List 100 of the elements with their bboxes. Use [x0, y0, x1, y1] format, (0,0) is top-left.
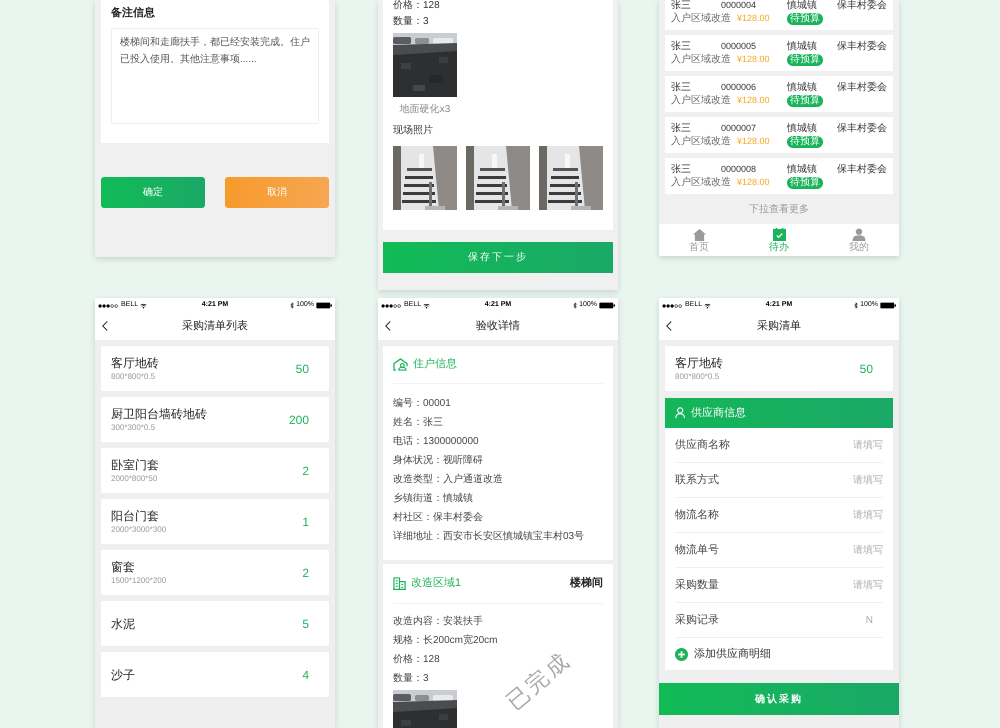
signal-icon: [98, 304, 119, 308]
spec-text: 2000*800*50: [111, 472, 158, 484]
field-text: 规格：长200cm宽20cm: [393, 635, 498, 646]
list-card[interactable]: 张三 0000008 慎城镇 保丰村委会 入户区域改造 ¥128.00 待预算: [665, 158, 893, 194]
town-text: 慎城镇: [787, 81, 818, 94]
price-text: ¥128.00: [737, 176, 771, 189]
signal-icon: [662, 304, 683, 308]
item-name: 沙子: [111, 666, 135, 682]
type-text: 入户区域改造: [671, 12, 732, 25]
status-badge: 待预算: [787, 176, 823, 188]
item-name: 客厅地砖: [111, 354, 159, 370]
name-text: 张三: [671, 81, 692, 94]
bluetooth-icon: [290, 302, 294, 309]
input-field[interactable]: 请填写: [823, 578, 883, 592]
quantity-text: 200: [288, 412, 309, 428]
list-item[interactable]: 窗套 1500*1200*200 2: [101, 550, 329, 595]
spec-text: 800*800*0.5: [111, 370, 156, 382]
list-item[interactable]: 客厅地砖 800*800*0.5 50: [101, 346, 329, 391]
list-item[interactable]: 水泥 5: [101, 601, 329, 646]
wifi-icon: [423, 302, 430, 308]
list-card[interactable]: 张三 0000007 慎城镇 保丰村委会 入户区域改造 ¥128.00 待预算: [665, 117, 893, 153]
input-field[interactable]: 请填写: [823, 542, 883, 558]
item-name: 阳台门套: [111, 508, 159, 524]
back-icon[interactable]: [385, 320, 391, 332]
village-text: 保丰村委会: [837, 163, 887, 176]
list-card[interactable]: 张三 0000005 慎城镇 保丰村委会 入户区域改造 ¥128.00 待预算: [665, 35, 893, 71]
list-item[interactable]: 厨卫阳台墙砖地砖 300*300*0.5 200: [101, 397, 329, 442]
screen-title: 采购清单: [757, 319, 801, 334]
field-text: 电话：1300000000: [393, 436, 479, 447]
wifi-icon: [140, 302, 148, 308]
remark-field[interactable]: 楼梯间和走廊扶手，都已经安装完成。住户已投入使用。其他注意事项......: [111, 28, 319, 124]
person-icon: [675, 407, 687, 419]
house-person-icon: [393, 358, 408, 371]
field-text: 价格：128: [393, 0, 440, 11]
back-icon[interactable]: [102, 320, 108, 332]
item-name: 卧室门套: [111, 456, 159, 472]
status-badge: 待预算: [787, 136, 823, 148]
quantity-text: 2: [302, 564, 309, 582]
input-field[interactable]: 请填写: [823, 508, 883, 522]
village-text: 保丰村委会: [837, 122, 887, 135]
number-text: 0000008: [721, 163, 758, 176]
calendar-check-icon: [772, 228, 786, 240]
form-row[interactable]: 供应商名称 请填写: [675, 428, 883, 463]
spec-text: 800*800*0.5: [675, 370, 720, 382]
form-row[interactable]: 物流单号 请填写: [675, 533, 883, 568]
home-icon: [692, 228, 706, 240]
section-heading: 备注信息: [111, 6, 156, 21]
field-label: 物流单号: [675, 542, 719, 558]
field-text: 数量：3: [393, 673, 429, 684]
field-label: 联系方式: [675, 472, 719, 488]
price-text: ¥128.00: [737, 94, 771, 107]
photo-caption: 地面硬化x3: [400, 105, 450, 115]
name-text: 张三: [671, 0, 692, 12]
name-text: 张三: [671, 122, 692, 135]
type-text: 入户区域改造: [671, 53, 732, 66]
status-badge: 待预算: [787, 12, 823, 24]
number-text: 0000006: [721, 81, 758, 94]
field-label: 物流名称: [675, 508, 719, 523]
form-row[interactable]: 联系方式 请填写: [675, 463, 883, 498]
field-text: 村社区：保丰村委会: [393, 512, 483, 523]
field-text: 改造内容：安装扶手: [393, 616, 483, 627]
input-field[interactable]: 请填写: [823, 472, 883, 488]
stamp-text: 已完成: [500, 646, 576, 716]
list-item[interactable]: 阳台门套 2000*3000*300 1: [101, 499, 329, 544]
plus-icon[interactable]: [675, 648, 688, 660]
village-text: 保丰村委会: [837, 40, 887, 53]
field-label: 采购记录: [675, 612, 719, 628]
form-row[interactable]: 物流名称 请填写: [675, 498, 883, 533]
field-text: 姓名：张三: [393, 417, 443, 428]
item-name: 水泥: [111, 616, 135, 632]
battery-icon: [316, 302, 332, 309]
town-text: 慎城镇: [787, 0, 818, 12]
status-badge: 待预算: [787, 54, 823, 66]
list-item[interactable]: 沙子 4: [101, 652, 329, 697]
spec-text: 1500*1200*200: [111, 574, 166, 586]
item-name: 窗套: [111, 558, 135, 574]
town-text: 慎城镇: [787, 40, 818, 53]
price-text: ¥128.00: [737, 12, 771, 25]
quantity-text: 2: [302, 462, 309, 480]
list-item[interactable]: 卧室门套 2000*800*50 2: [101, 448, 329, 493]
section-title: 供应商信息: [691, 406, 746, 421]
status-badge: 待预算: [787, 94, 823, 106]
spec-text: 2000*3000*300: [111, 524, 166, 536]
name-text: 张三: [671, 40, 692, 53]
input-field[interactable]: 请填写: [823, 438, 883, 452]
form-row[interactable]: 采购数量 请填写: [675, 568, 883, 603]
person-icon: [852, 228, 866, 240]
form-row[interactable]: 采购记录 N: [675, 603, 883, 638]
type-text: 入户区域改造: [671, 94, 732, 107]
add-supplier-link[interactable]: 添加供应商明细: [694, 646, 771, 662]
field-label: 采购数量: [675, 578, 719, 593]
section-heading: 现场照片: [393, 124, 433, 138]
back-icon[interactable]: [666, 320, 672, 332]
item-name: 客厅地砖: [675, 354, 723, 370]
quantity-text: 5: [302, 616, 309, 632]
quantity-text: 50: [860, 360, 873, 378]
more-hint: 下拉查看更多: [749, 203, 809, 217]
number-text: 0000007: [721, 122, 758, 135]
list-card[interactable]: 张三 0000006 慎城镇 保丰村委会 入户区域改造 ¥128.00 待预算: [665, 76, 893, 112]
item-card[interactable]: 客厅地砖 800*800*0.5 50: [665, 346, 893, 391]
